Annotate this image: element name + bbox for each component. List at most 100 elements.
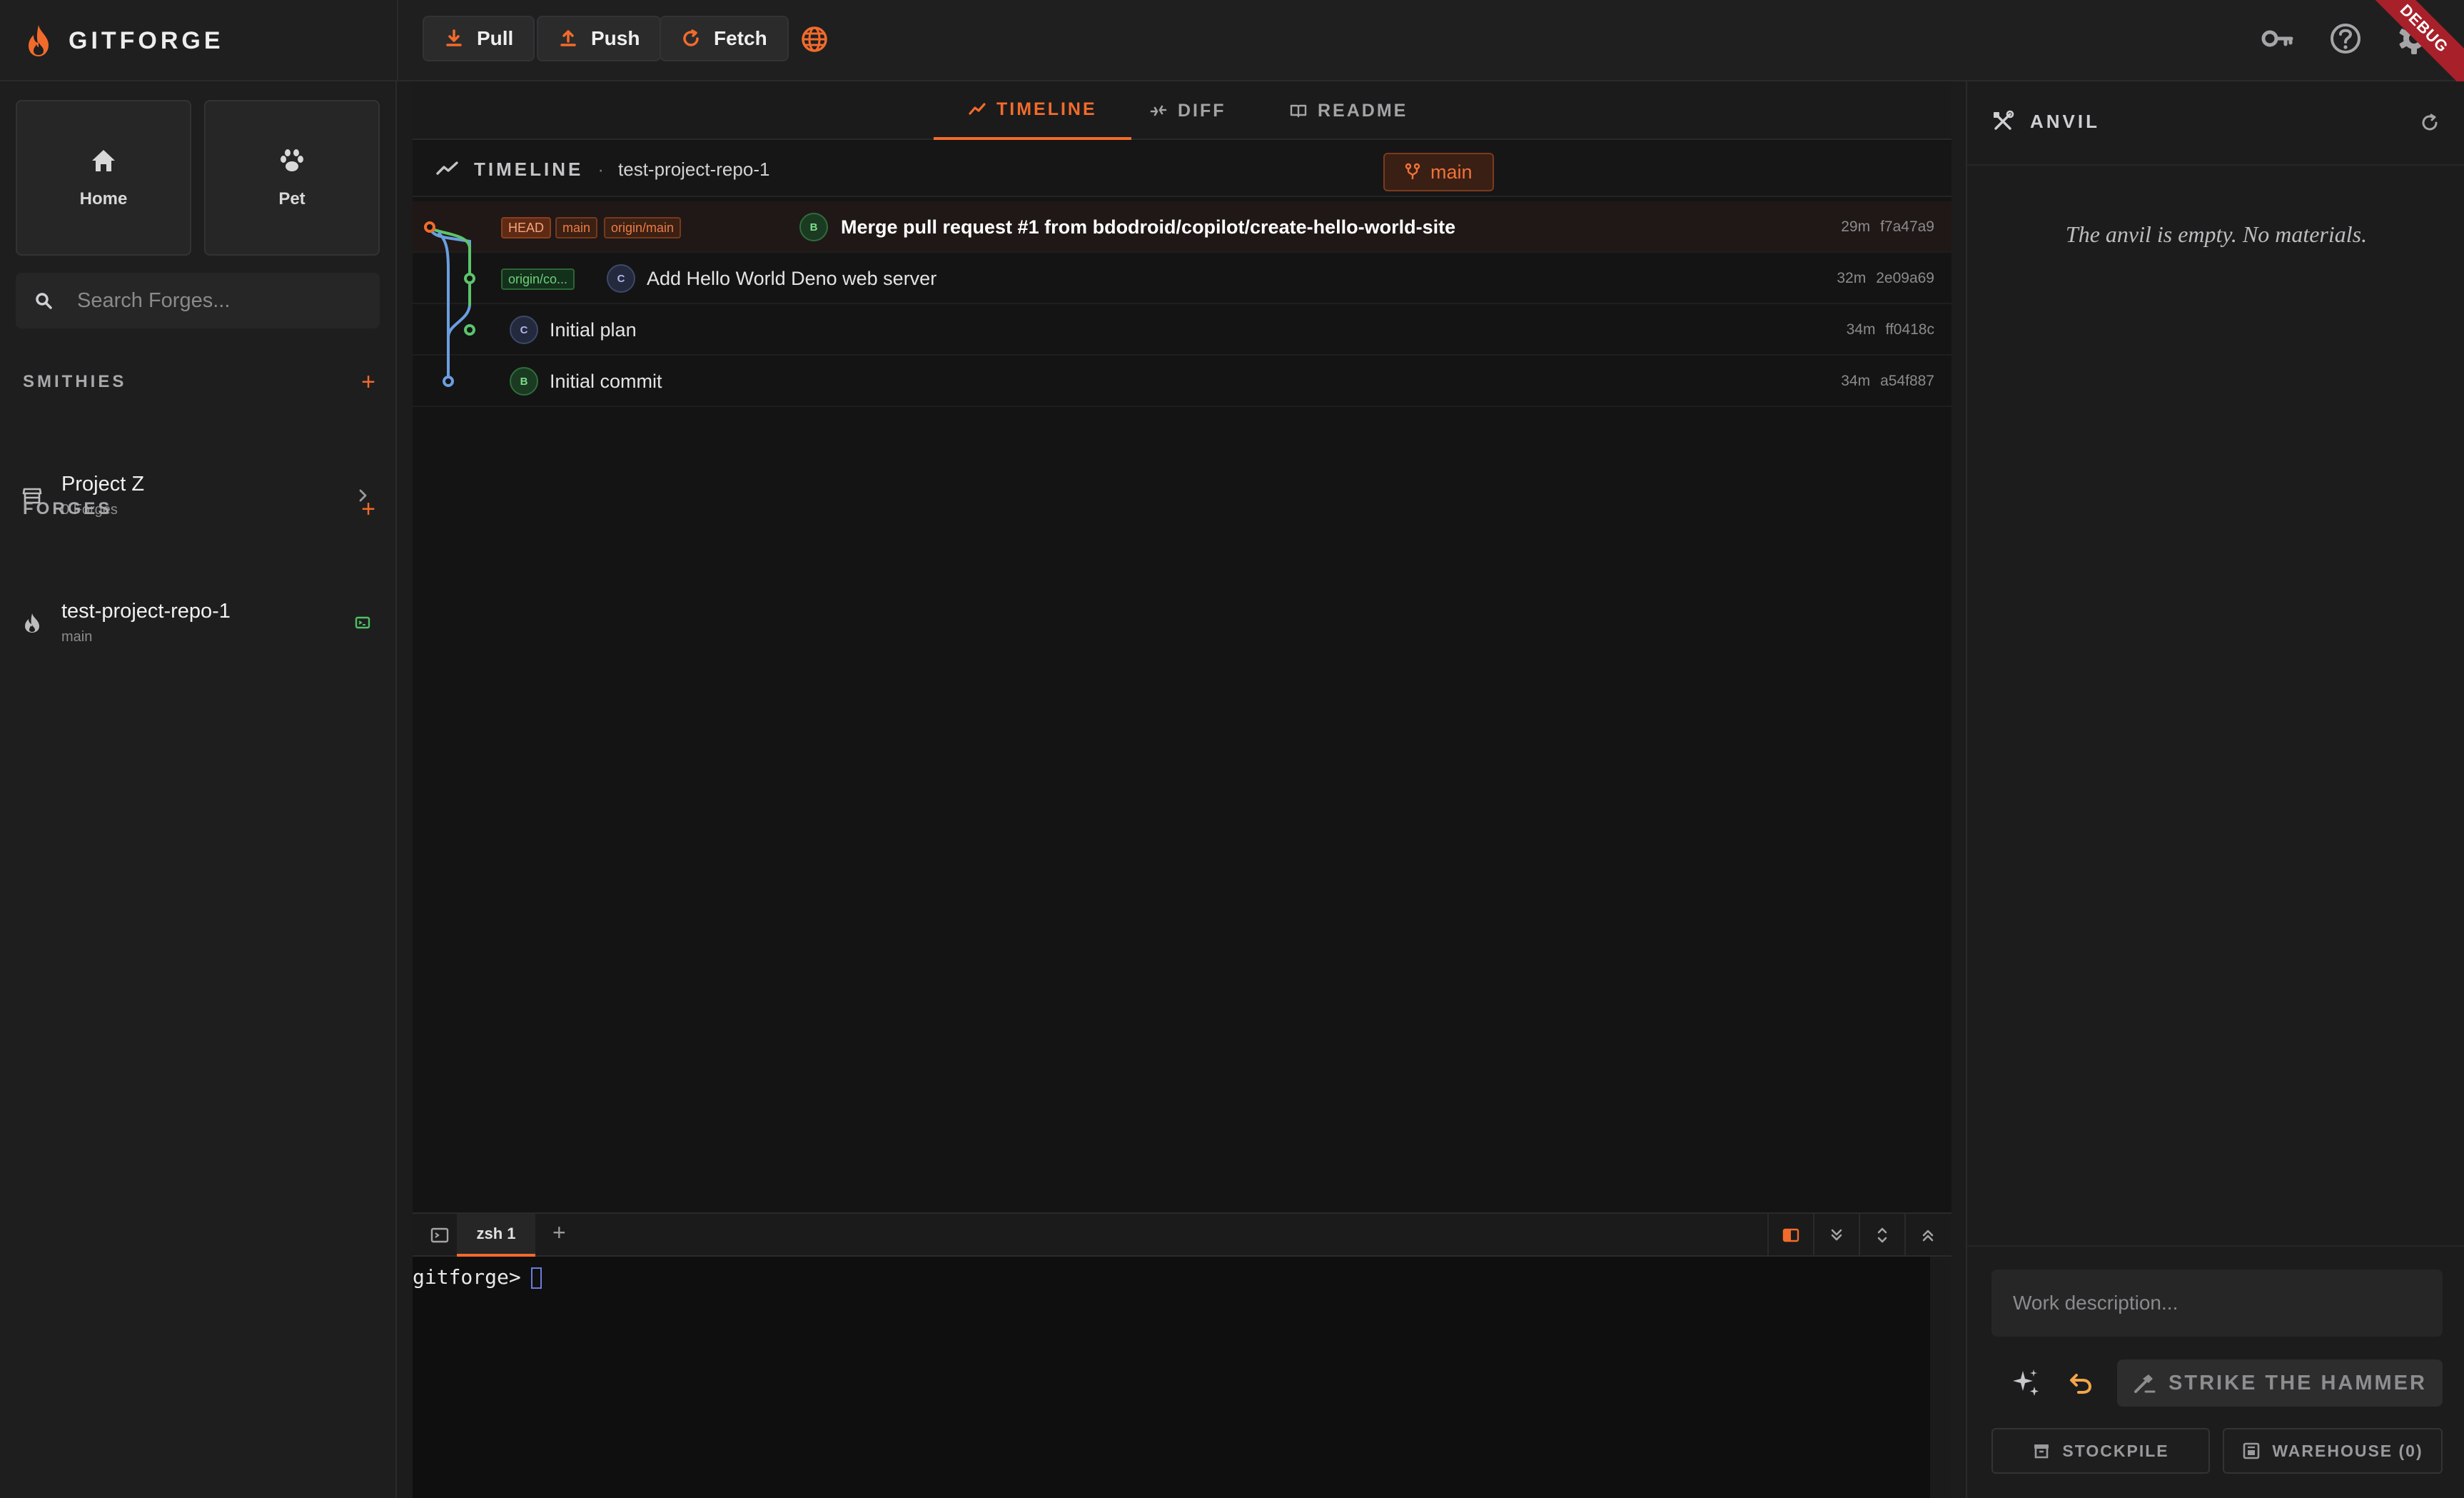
pull-button[interactable]: Pull — [423, 16, 535, 61]
commit-age: 34m — [1846, 321, 1876, 338]
warehouse-label: WAREHOUSE (0) — [2272, 1441, 2423, 1460]
graph-node — [443, 376, 454, 387]
view-tabs: TIMELINE DIFF README — [413, 81, 1951, 140]
push-button[interactable]: Push — [537, 16, 662, 61]
terminal-prompt: gitforge> — [413, 1265, 521, 1289]
sparkles-icon[interactable] — [2009, 1367, 2041, 1399]
branch-tag: main — [555, 217, 598, 238]
commit-meta: 29m f7a47a9 — [1841, 201, 1934, 253]
commit-row[interactable]: HEAD main origin/main B Merge pull reque… — [413, 201, 1951, 253]
divider — [397, 0, 398, 81]
avatar: B — [799, 213, 828, 241]
tab-timeline[interactable]: TIMELINE — [934, 81, 1131, 140]
commit-row[interactable]: origin/co... C Add Hello World Deno web … — [413, 253, 1951, 304]
push-label: Push — [591, 27, 640, 49]
remote-tag: origin/co... — [501, 268, 575, 290]
refresh-icon[interactable] — [2420, 113, 2440, 133]
add-smithy-button[interactable]: + — [361, 370, 375, 394]
new-terminal-button[interactable]: + — [552, 1220, 566, 1246]
tab-readme[interactable]: README — [1255, 81, 1442, 140]
commit-message: Initial plan — [550, 318, 637, 341]
timeline-title: TIMELINE · test-project-repo-1 — [435, 141, 769, 197]
maximize-terminal-button[interactable] — [1904, 1214, 1950, 1257]
split-panel-icon — [1782, 1228, 1799, 1242]
home-button[interactable]: Home — [16, 100, 191, 256]
add-forge-button[interactable]: + — [361, 497, 375, 521]
terminal-toolbar: zsh 1 + — [413, 1212, 1951, 1257]
anvil-empty-message: The anvil is empty. No materials. — [2065, 221, 2368, 247]
terminal-status-icon[interactable] — [354, 614, 371, 631]
terminal-scrollbar[interactable] — [1930, 1257, 1951, 1498]
strike-hammer-button[interactable]: STRIKE THE HAMMER — [2117, 1359, 2443, 1407]
chevrons-down-icon — [1831, 1229, 1842, 1241]
sidebar: Home Pet SMITHIES + Project Z — [0, 81, 397, 1498]
help-icon[interactable] — [2327, 20, 2364, 57]
smithy-name: Project Z — [61, 473, 145, 496]
divider — [1967, 164, 2464, 166]
collapse-terminal-button[interactable] — [1813, 1214, 1859, 1257]
commit-hash[interactable]: a54f887 — [1880, 373, 1934, 390]
terminal-output[interactable]: gitforge> — [413, 1257, 1930, 1498]
commit-hash[interactable]: 2e09a69 — [1876, 270, 1934, 287]
forge-name: test-project-repo-1 — [61, 600, 231, 623]
smithies-header: SMITHIES + — [23, 370, 375, 394]
commit-meta: 32m 2e09a69 — [1837, 253, 1934, 304]
flame-logo-icon — [29, 25, 49, 56]
commit-message: Add Hello World Deno web server — [647, 267, 937, 289]
work-description-input[interactable] — [2013, 1292, 2427, 1314]
undo-icon[interactable] — [2064, 1368, 2094, 1398]
stockpile-label: STOCKPILE — [2062, 1441, 2169, 1460]
flame-icon — [25, 613, 39, 633]
pet-button[interactable]: Pet — [204, 100, 380, 256]
timeline-label: TIMELINE — [474, 158, 584, 180]
commit-hash[interactable]: ff0418c — [1885, 321, 1934, 338]
commit-hash[interactable]: f7a47a9 — [1880, 218, 1934, 236]
search-box — [16, 273, 380, 328]
top-bar: GITFORGE Pull Push Fetch DEBUG — [0, 0, 2464, 99]
remote-tag: origin/main — [604, 217, 682, 238]
chevrons-up-icon — [1922, 1230, 1934, 1242]
refresh-icon — [683, 29, 699, 46]
fetch-label: Fetch — [714, 27, 767, 49]
terminal-cursor — [530, 1267, 542, 1289]
home-label: Home — [79, 189, 128, 208]
work-description-box — [1991, 1270, 2443, 1337]
title-separator: · — [597, 158, 605, 180]
compare-icon — [1150, 105, 1167, 116]
smithies-heading: SMITHIES — [23, 372, 127, 391]
stockpile-button[interactable]: STOCKPILE — [1991, 1428, 2210, 1474]
restore-terminal-button[interactable] — [1859, 1214, 1904, 1257]
commit-message: Initial commit — [550, 370, 662, 392]
archive-icon — [2034, 1444, 2049, 1459]
commit-message: Merge pull request #1 from bdodroid/copi… — [841, 216, 1456, 238]
commit-row[interactable]: B Initial commit 34m a54f887 — [413, 356, 1951, 407]
search-icon — [36, 293, 52, 309]
trend-icon — [436, 161, 458, 175]
home-icon — [92, 150, 115, 171]
tab-readme-label: README — [1318, 100, 1408, 121]
anvil-title: ANVIL — [2030, 110, 2100, 132]
paw-icon — [281, 149, 303, 171]
warehouse-button[interactable]: WAREHOUSE (0) — [2223, 1428, 2443, 1474]
branch-selector[interactable]: main — [1383, 153, 1494, 191]
globe-icon[interactable] — [797, 21, 832, 57]
key-icon[interactable] — [2258, 20, 2296, 57]
trend-icon — [969, 103, 986, 115]
expand-vertical-icon — [1877, 1227, 1887, 1243]
fetch-button[interactable]: Fetch — [660, 16, 789, 61]
timeline-header: TIMELINE · test-project-repo-1 main — [413, 141, 1951, 197]
terminal-tab[interactable]: zsh 1 — [457, 1214, 535, 1257]
branch-icon — [1405, 163, 1420, 179]
forge-item[interactable]: test-project-repo-1 main — [21, 594, 378, 651]
commit-meta: 34m a54f887 — [1841, 356, 1934, 407]
hammer-icon — [2134, 1374, 2156, 1393]
anvil-panel: ANVIL The anvil is empty. No materials. … — [1966, 81, 2464, 1498]
avatar: C — [510, 316, 538, 344]
forge-branch: main — [61, 629, 93, 645]
commit-row[interactable]: C Initial plan 34m ff0418c — [413, 304, 1951, 356]
tab-diff[interactable]: DIFF — [1115, 81, 1261, 140]
split-terminal-button[interactable] — [1767, 1214, 1813, 1257]
forges-header: FORGES + — [23, 497, 375, 521]
pull-label: Pull — [477, 27, 514, 49]
search-input[interactable] — [77, 288, 363, 313]
